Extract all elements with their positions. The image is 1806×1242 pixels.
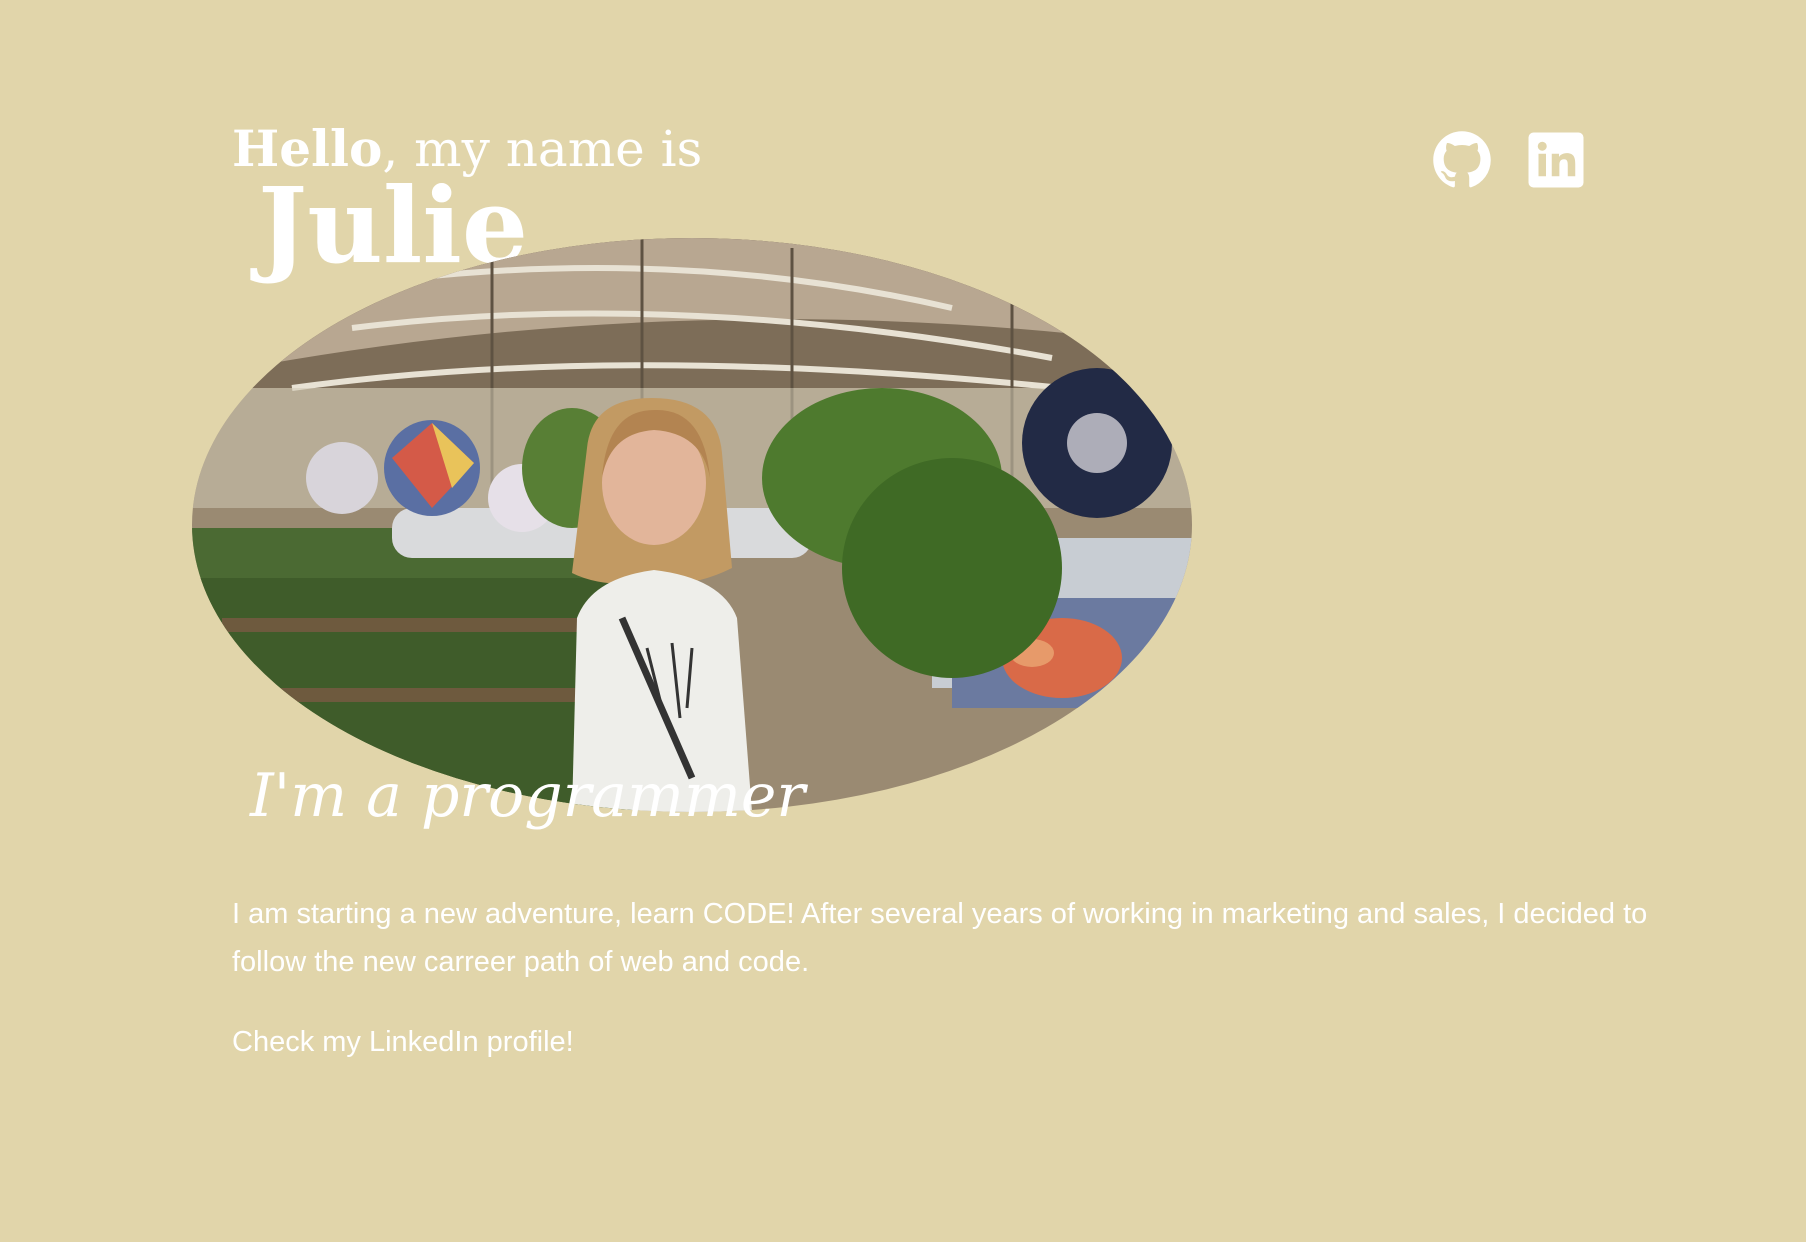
github-icon <box>1433 131 1491 188</box>
tagline: I'm a programmer <box>250 761 806 831</box>
linkedin-profile-link[interactable]: Check my LinkedIn profile! <box>232 1018 574 1066</box>
github-link[interactable] <box>1432 130 1492 190</box>
linkedin-link[interactable] <box>1526 130 1586 190</box>
profile-photo <box>192 238 1192 812</box>
social-links <box>1432 130 1586 190</box>
bio-text: I am starting a new adventure, learn COD… <box>232 898 1648 978</box>
linkedin-icon <box>1528 132 1584 188</box>
profile-photo-illustration <box>192 238 1192 812</box>
